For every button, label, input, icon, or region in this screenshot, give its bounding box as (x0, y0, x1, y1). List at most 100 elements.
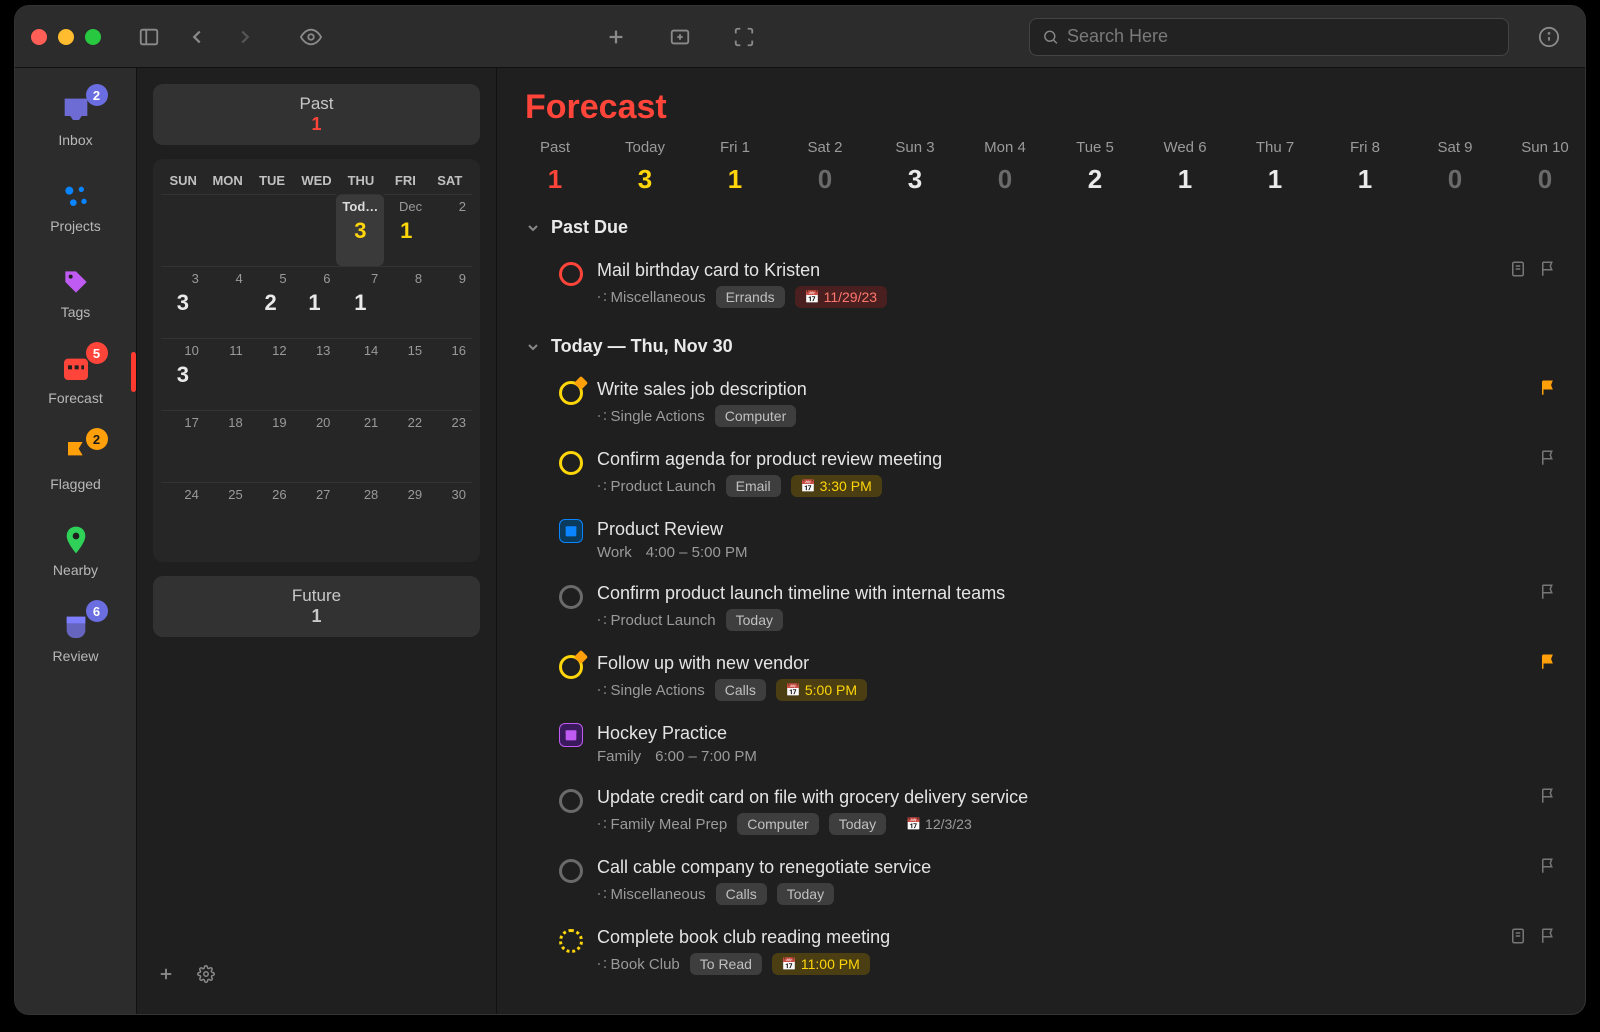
forecast-day[interactable]: Sun 33 (885, 139, 945, 195)
calendar-cell[interactable]: 11 (205, 338, 249, 410)
toggle-sidebar-button[interactable] (129, 19, 169, 55)
close-window-button[interactable] (31, 29, 47, 45)
quick-entry-button[interactable] (660, 19, 700, 55)
calendar-cell[interactable]: 16 (428, 338, 472, 410)
task-checkbox[interactable] (559, 381, 583, 405)
task-checkbox[interactable] (559, 789, 583, 813)
task-row[interactable]: Confirm agenda for product review meetin… (525, 441, 1557, 511)
task-project[interactable]: Miscellaneous (597, 288, 706, 306)
search-input[interactable] (1067, 26, 1496, 47)
new-action-button[interactable] (596, 19, 636, 55)
calendar-cell[interactable]: 18 (205, 410, 249, 482)
calendar-cell[interactable]: 2 (428, 194, 472, 266)
task-checkbox[interactable] (559, 655, 583, 679)
flag-icon[interactable] (1539, 787, 1557, 805)
forecast-day[interactable]: Sat 20 (795, 139, 855, 195)
forecast-day[interactable]: Sat 90 (1425, 139, 1485, 195)
calendar-cell[interactable]: 30 (428, 482, 472, 554)
task-checkbox[interactable] (559, 451, 583, 475)
forecast-day[interactable]: Mon 40 (975, 139, 1035, 195)
calendar-cell[interactable]: 12 (249, 338, 293, 410)
forecast-day[interactable]: Today3 (615, 139, 675, 195)
task-row[interactable]: Confirm product launch timeline with int… (525, 575, 1557, 645)
task-project[interactable]: Product Launch (597, 477, 716, 495)
calendar-cell[interactable]: 103 (161, 338, 205, 410)
sidebar-item-inbox[interactable]: 2Inbox (15, 88, 136, 154)
task-project[interactable]: Single Actions (597, 681, 705, 699)
back-button[interactable] (177, 19, 217, 55)
section-header[interactable]: Past Due (525, 217, 1557, 238)
tag-chip[interactable]: Calls (715, 679, 766, 701)
forecast-day[interactable]: Fri 11 (705, 139, 765, 195)
calendar-cell[interactable]: 19 (249, 410, 293, 482)
calendar-cell[interactable]: 20 (293, 410, 337, 482)
future-card[interactable]: Future 1 (153, 576, 480, 637)
calendar-cell[interactable]: 17 (161, 410, 205, 482)
zoom-window-button[interactable] (85, 29, 101, 45)
calendar-cell[interactable]: 25 (205, 482, 249, 554)
focus-mode-button[interactable] (724, 19, 764, 55)
calendar-cell[interactable] (249, 194, 293, 266)
info-button[interactable] (1529, 19, 1569, 55)
calendar-cell[interactable] (293, 194, 337, 266)
sidebar-item-tags[interactable]: Tags (15, 260, 136, 326)
forecast-day[interactable]: Fri 81 (1335, 139, 1395, 195)
flag-icon[interactable] (1539, 583, 1557, 601)
calendar-cell[interactable]: 15 (384, 338, 428, 410)
add-perspective-button[interactable] (157, 965, 175, 988)
tag-chip[interactable]: Computer (715, 405, 796, 427)
calendar-cell[interactable]: 13 (293, 338, 337, 410)
task-row[interactable]: Write sales job description Single Actio… (525, 371, 1557, 441)
settings-gear-button[interactable] (197, 965, 215, 988)
calendar-cell[interactable]: 52 (249, 266, 293, 338)
section-header[interactable]: Today — Thu, Nov 30 (525, 336, 1557, 357)
calendar-cell[interactable]: 33 (161, 266, 205, 338)
task-row[interactable]: Call cable company to renegotiate servic… (525, 849, 1557, 919)
calendar-cell[interactable]: 23 (428, 410, 472, 482)
task-row[interactable]: Mail birthday card to Kristen Miscellane… (525, 252, 1557, 322)
flag-icon[interactable] (1539, 449, 1557, 467)
past-card[interactable]: Past 1 (153, 84, 480, 145)
calendar-cell[interactable]: 27 (293, 482, 337, 554)
calendar-cell[interactable]: 24 (161, 482, 205, 554)
sidebar-item-projects[interactable]: Projects (15, 174, 136, 240)
tag-chip[interactable]: To Read (690, 953, 762, 975)
sidebar-item-review[interactable]: 6Review (15, 604, 136, 670)
note-icon[interactable] (1509, 260, 1527, 278)
sidebar-item-flagged[interactable]: 2Flagged (15, 432, 136, 498)
tag-chip[interactable]: Email (726, 475, 781, 497)
forecast-day[interactable]: Sun 100 (1515, 139, 1575, 195)
forward-button[interactable] (225, 19, 265, 55)
event-row[interactable]: Hockey Practice Family6:00 – 7:00 PM (525, 715, 1557, 779)
tag-chip[interactable]: Errands (716, 286, 785, 308)
note-icon[interactable] (1509, 927, 1527, 945)
forecast-day[interactable]: Wed 61 (1155, 139, 1215, 195)
minimize-window-button[interactable] (58, 29, 74, 45)
task-row[interactable]: Follow up with new vendor Single Actions… (525, 645, 1557, 715)
calendar-cell[interactable]: 8 (384, 266, 428, 338)
task-row[interactable]: Complete book club reading meeting Book … (525, 919, 1557, 989)
flag-icon[interactable] (1539, 653, 1557, 671)
tag-chip[interactable]: Today (726, 609, 783, 631)
calendar-cell[interactable]: 14 (336, 338, 384, 410)
task-checkbox[interactable] (559, 585, 583, 609)
flag-icon[interactable] (1539, 927, 1557, 945)
sidebar-item-nearby[interactable]: Nearby (15, 518, 136, 584)
calendar-cell[interactable]: 29 (384, 482, 428, 554)
tag-chip[interactable]: Computer (737, 813, 818, 835)
forecast-day[interactable]: Past1 (525, 139, 585, 195)
tag-chip[interactable]: Calls (716, 883, 767, 905)
calendar-cell[interactable]: 4 (205, 266, 249, 338)
tag-chip[interactable]: Today (829, 813, 886, 835)
calendar-cell[interactable]: 9 (428, 266, 472, 338)
calendar-cell[interactable] (161, 194, 205, 266)
calendar-cell[interactable]: 21 (336, 410, 384, 482)
flag-icon[interactable] (1539, 260, 1557, 278)
calendar-cell[interactable]: 28 (336, 482, 384, 554)
task-project[interactable]: Single Actions (597, 407, 705, 425)
flag-icon[interactable] (1539, 379, 1557, 397)
calendar-cell[interactable]: 61 (293, 266, 337, 338)
task-row[interactable]: Update credit card on file with grocery … (525, 779, 1557, 849)
task-project[interactable]: Product Launch (597, 611, 716, 629)
task-checkbox[interactable] (559, 929, 583, 953)
